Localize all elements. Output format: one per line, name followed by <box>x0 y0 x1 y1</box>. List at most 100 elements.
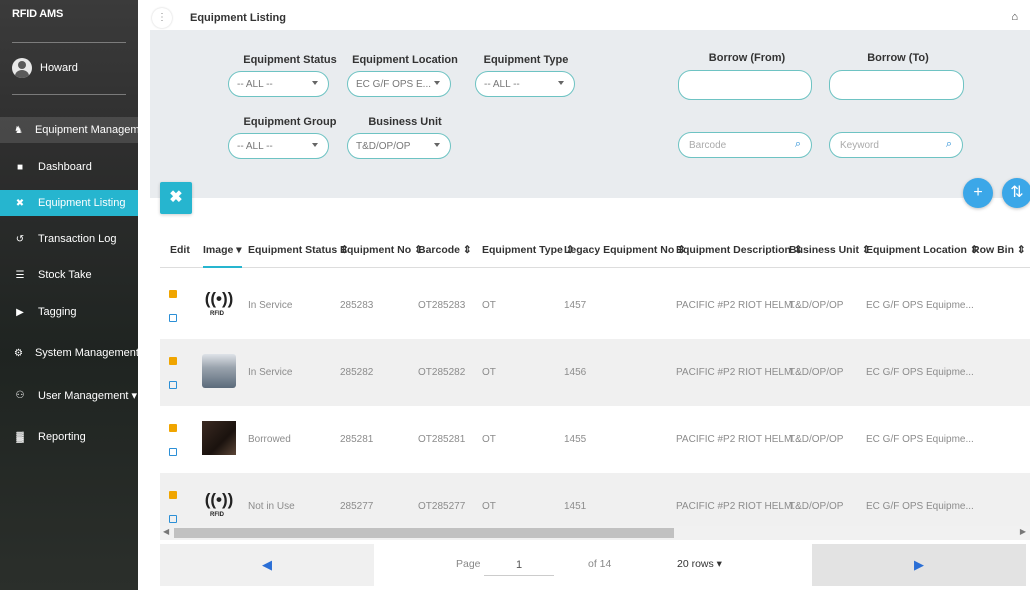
cell-equipment-no: 285281 <box>340 434 374 445</box>
chevron-down-icon <box>312 81 318 85</box>
sidebar-item-equipment-management[interactable]: ♞ Equipment Management <box>0 117 138 143</box>
sidebar-item-reporting[interactable]: ▓ Reporting <box>0 424 138 450</box>
table-header: Edit Image ▾ Equipment Status ⇕ Equipmen… <box>160 232 1030 268</box>
equipment-type-select[interactable]: -- ALL -- <box>475 71 575 97</box>
dashboard-icon: ■ <box>16 161 24 173</box>
page-label: Page <box>456 558 481 570</box>
sort-button[interactable]: ⇅ <box>1002 178 1030 208</box>
cell-location: EC G/F OPS Equipme... <box>866 434 974 445</box>
cell-description: PACIFIC #P2 RIOT HELM... <box>676 367 801 378</box>
edit-icon[interactable] <box>169 290 177 298</box>
col-edit: Edit <box>170 244 190 256</box>
transaction-icon: ↺ <box>15 233 25 245</box>
top-bar: ⋮ Equipment Listing ⌂ <box>148 8 1030 30</box>
cell-barcode: OT285281 <box>418 434 466 445</box>
borrow-to-date-field[interactable] <box>829 70 964 100</box>
col-legacy-equipment-no[interactable]: Legacy Equipment No ⇕ <box>564 232 686 268</box>
edit-icon[interactable] <box>169 491 177 499</box>
equipment-group-select[interactable]: -- ALL -- <box>228 133 329 159</box>
cell-business-unit: T&D/OP/OP <box>789 367 844 378</box>
avatar <box>12 58 32 78</box>
col-equipment-status[interactable]: Equipment Status ⇕ <box>248 232 349 268</box>
user-profile[interactable]: Howard <box>12 58 78 78</box>
horizontal-scrollbar[interactable]: ◀ ▶ <box>160 526 1030 540</box>
search-icon[interactable]: ⌕ <box>946 138 952 151</box>
menu-toggle-icon[interactable]: ⋮ <box>152 8 172 28</box>
app-title: RFID AMS <box>12 8 64 20</box>
calendar-icon[interactable] <box>169 515 177 523</box>
sidebar-item-label: User Management ▾ <box>38 389 138 402</box>
col-business-unit[interactable]: Business Unit ⇕ <box>789 232 871 268</box>
next-page-button[interactable]: ▶ <box>812 544 1026 586</box>
user-name: Howard <box>40 62 78 74</box>
equipment-photo <box>202 421 236 455</box>
search-icon[interactable]: ⌕ <box>795 138 801 151</box>
divider <box>12 94 126 95</box>
cell-type: OT <box>482 367 496 378</box>
col-equipment-description[interactable]: Equipment Description ⇕ <box>676 232 803 268</box>
col-row-bin[interactable]: Row Bin ⇕ <box>972 232 1026 268</box>
cell-business-unit: T&D/OP/OP <box>789 434 844 445</box>
col-equipment-no[interactable]: Equipment No ⇕ <box>340 232 423 268</box>
rows-per-page-select[interactable]: 20 rows ▾ <box>677 558 722 570</box>
table-row[interactable]: ((•)) RFID In Service 285283 OT285283 OT… <box>160 272 1030 339</box>
cell-barcode: OT285283 <box>418 300 466 311</box>
col-equipment-type[interactable]: Equipment Type ⇕ <box>482 232 575 268</box>
table-row[interactable]: In Service 285282 OT285282 OT 1456 PACIF… <box>160 339 1030 406</box>
calendar-icon[interactable] <box>169 381 177 389</box>
sidebar-item-dashboard[interactable]: ■ Dashboard <box>0 154 138 180</box>
divider <box>12 42 126 43</box>
sidebar-item-equipment-listing[interactable]: ✖ Equipment Listing <box>0 190 138 216</box>
equipment-location-select[interactable]: EC G/F OPS E... <box>347 71 451 97</box>
sidebar-item-label: Stock Take <box>38 269 92 281</box>
previous-page-button[interactable]: ◀ <box>160 544 374 586</box>
sidebar-item-tagging[interactable]: ▶ Tagging <box>0 299 138 325</box>
col-image[interactable]: Image ▾ <box>203 232 242 268</box>
cell-status: In Service <box>248 300 293 311</box>
cell-legacy-no: 1457 <box>564 300 587 311</box>
sidebar-item-system-management[interactable]: ⚙ System Management <box>0 340 138 366</box>
col-equipment-location[interactable]: Equipment Location ⇕ <box>866 232 979 268</box>
rfid-label: RFID <box>210 311 224 317</box>
borrow-from-label: Borrow (From) <box>708 52 786 64</box>
cell-status: In Service <box>248 367 293 378</box>
chevron-down-icon <box>312 143 318 147</box>
scroll-left-icon[interactable]: ◀ <box>163 527 169 536</box>
tools-button[interactable]: ✖ <box>160 182 192 214</box>
keyword-search-input[interactable]: Keyword ⌕ <box>829 132 963 158</box>
scrollbar-thumb[interactable] <box>174 528 674 538</box>
edit-icon[interactable] <box>169 424 177 432</box>
equipment-status-select[interactable]: -- ALL -- <box>228 71 329 97</box>
borrow-to-label: Borrow (To) <box>867 52 929 64</box>
barcode-search-input[interactable]: Barcode ⌕ <box>678 132 812 158</box>
edit-icon[interactable] <box>169 357 177 365</box>
rfid-icon: ((•)) RFID <box>202 287 236 321</box>
filters-panel: Equipment Status -- ALL -- Equipment Loc… <box>150 30 1030 198</box>
stock-icon: ☰ <box>15 269 25 281</box>
sidebar-item-label: Reporting <box>38 431 86 443</box>
equipment-table: Edit Image ▾ Equipment Status ⇕ Equipmen… <box>160 232 1030 540</box>
cell-equipment-no: 285282 <box>340 367 374 378</box>
borrow-from-date-field[interactable] <box>678 70 812 100</box>
sidebar-item-transaction-log[interactable]: ↺ Transaction Log <box>0 226 138 252</box>
sidebar-item-stock-take[interactable]: ☰ Stock Take <box>0 262 138 288</box>
page-number-input[interactable]: 1 <box>484 554 554 576</box>
rfid-glyph: ((•)) <box>204 490 234 509</box>
calendar-icon[interactable] <box>169 314 177 322</box>
sidebar-item-user-management[interactable]: ⚇ User Management ▾ <box>0 382 138 408</box>
cell-barcode: OT285282 <box>418 367 466 378</box>
scroll-right-icon[interactable]: ▶ <box>1020 527 1026 536</box>
equipment-icon: ♞ <box>14 124 23 136</box>
home-icon[interactable]: ⌂ <box>1011 11 1018 23</box>
col-barcode[interactable]: Barcode ⇕ <box>418 232 472 268</box>
cell-status: Borrowed <box>248 434 291 445</box>
equipment-location-label: Equipment Location <box>352 54 458 66</box>
table-row[interactable]: Borrowed 285281 OT285281 OT 1455 PACIFIC… <box>160 406 1030 473</box>
cell-description: PACIFIC #P2 RIOT HELM... <box>676 300 801 311</box>
add-equipment-button[interactable]: + <box>963 178 993 208</box>
equipment-group-label: Equipment Group <box>243 116 337 128</box>
business-unit-select[interactable]: T&D/OP/OP <box>347 133 451 159</box>
calendar-icon[interactable] <box>169 448 177 456</box>
sidebar-item-label: System Management <box>34 347 138 359</box>
page-count-label: of 14 <box>588 558 612 570</box>
